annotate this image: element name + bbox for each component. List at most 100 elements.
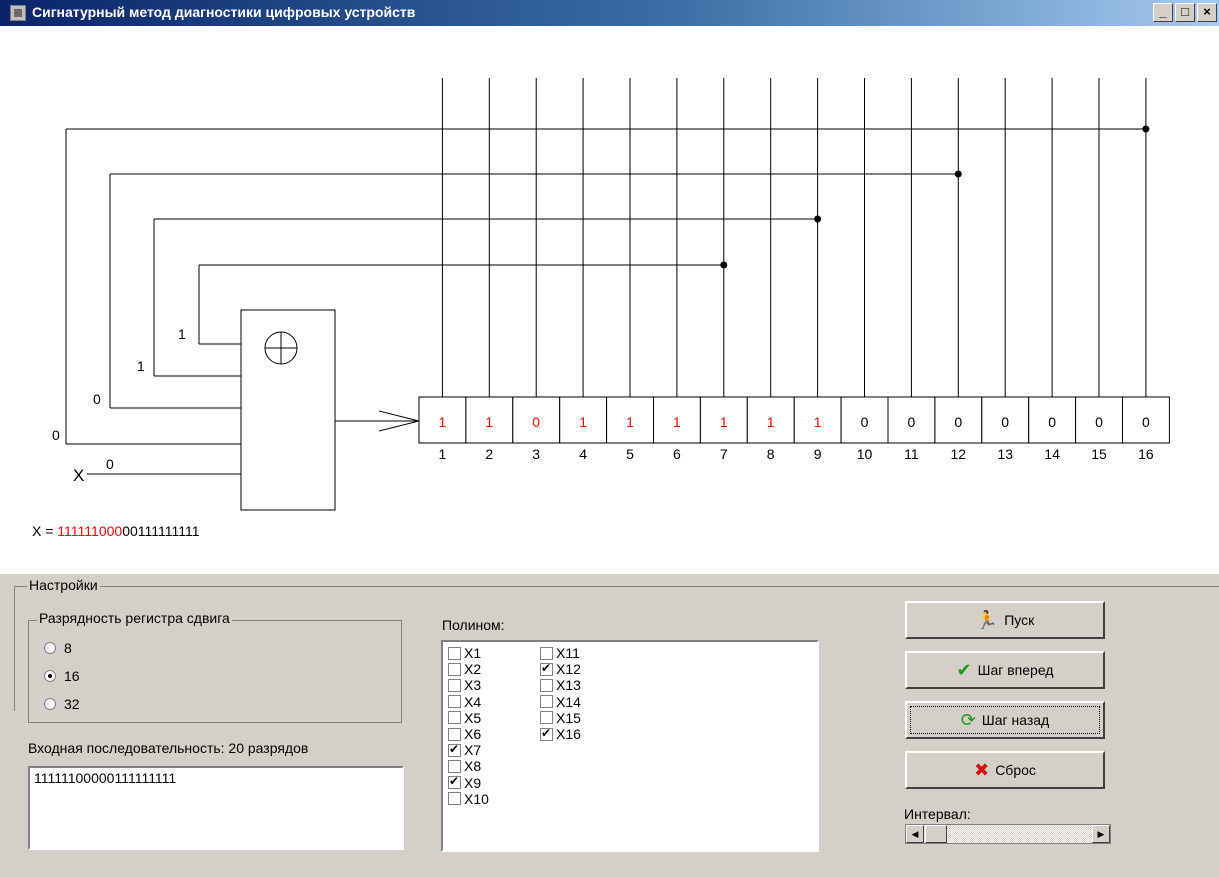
x-input-label: X [73,466,84,485]
checkbox-label: X13 [556,677,581,694]
sequence-prefix: X = [32,523,57,539]
checkbox[interactable] [448,695,461,709]
radio-16[interactable]: 16 [44,667,80,685]
polynom-item-x6[interactable]: X6 [448,726,481,742]
step-back-button[interactable]: ⟳ Шаг назад [905,701,1105,739]
tap-junction-dot [720,261,728,269]
checkbox[interactable] [540,695,553,709]
title-bar[interactable]: Сигнатурный метод диагностики цифровых у… [0,0,1219,26]
register-cell-index: 9 [814,446,822,462]
checkbox-label: X11 [556,645,580,661]
checkbox-label: X12 [556,661,581,678]
checkbox-label: X4 [464,693,482,710]
radio-8[interactable]: 8 [44,639,72,657]
close-button[interactable]: × [1197,3,1217,22]
checkbox-label: X2 [464,661,482,678]
polynom-checklist[interactable]: X1X2X3X4X5X6X7X8X9X10 X11X12X13X14X15X16 [441,640,819,852]
polynom-item-x12[interactable]: X12 [540,661,581,677]
register-cell-value: 0 [954,414,962,430]
polynom-item-x1[interactable]: X1 [448,645,481,661]
register-cell-value: 0 [861,414,869,430]
maximize-button[interactable]: □ [1175,3,1195,22]
register-cell-value: 0 [1048,414,1056,430]
step-forward-label: Шаг вперед [977,662,1054,678]
polynom-item-x10[interactable]: X10 [448,791,489,807]
polynom-item-x2[interactable]: X2 [448,661,481,677]
x-input-value: 0 [106,456,114,472]
polynom-item-x7[interactable]: X7 [448,742,481,758]
polynom-item-x4[interactable]: X4 [448,694,481,710]
checkbox[interactable] [448,742,461,757]
register-cell-value: 0 [1095,414,1103,430]
checkbox-label: X8 [464,758,482,775]
minimize-button[interactable]: _ [1153,3,1173,22]
checkbox[interactable] [540,726,553,741]
radio-label: 8 [64,640,72,656]
register-cell-index: 5 [626,446,634,462]
sequence-processed: 111111000 [57,523,122,539]
refresh-icon: ⟳ [960,709,976,730]
checkbox[interactable] [448,759,461,773]
polynom-item-x8[interactable]: X8 [448,758,481,774]
checkbox[interactable] [540,646,553,660]
checkbox[interactable] [448,792,461,806]
checkbox[interactable] [448,662,461,676]
radio-button[interactable] [44,670,56,682]
checkbox-label: X10 [464,790,489,807]
register-cell-value: 1 [767,414,775,430]
scroll-right-icon[interactable]: ▶ [1092,825,1110,843]
window-title: Сигнатурный метод диагностики цифровых у… [32,4,416,20]
shift-register-legend: Разрядность регистра сдвига [37,610,232,626]
shift-register-group [28,620,402,723]
checkbox[interactable] [448,711,461,725]
checkbox[interactable] [540,661,553,676]
polynom-item-x14[interactable]: X14 [540,694,581,710]
input-sequence-field[interactable] [28,766,404,850]
reset-label: Сброс [995,762,1036,778]
checkbox-label: X15 [556,709,581,726]
checkbox-label: X6 [464,726,482,742]
feedback-value: 0 [52,427,60,443]
register-cell-value: 0 [908,414,916,430]
register-cell-value: 0 [1001,414,1009,430]
register-cell-value: 0 [1142,414,1150,430]
tap-junction-dot [1142,125,1150,133]
register-cell-value: 1 [579,414,587,430]
polynom-item-x15[interactable]: X15 [540,710,581,726]
checkbox[interactable] [448,646,461,660]
checkbox[interactable] [540,678,553,692]
checkbox[interactable] [448,678,461,692]
diagram-canvas: 1 1 1 2 0 3 1 4 1 5 1 6 1 7 1 8 1 9 0 10 0 11 0 12 0 13 0 14 0 15 0 16 0… [0,26,1219,574]
polynom-label: Полином: [442,617,505,633]
radio-32[interactable]: 32 [44,695,80,713]
checkbox[interactable] [448,774,461,790]
register-cell-index: 13 [997,446,1013,462]
sequence-display: X = 11111100000111111111 [32,523,200,539]
polynom-item-x16[interactable]: X16 [540,726,581,742]
radio-button[interactable] [44,698,56,710]
scroll-thumb[interactable] [925,825,947,843]
register-cell-value: 0 [532,414,540,430]
lfsr-diagram: 1112031415161718190100110120130140150160… [32,78,1170,539]
register-cell-index: 16 [1138,446,1154,462]
scroll-left-icon[interactable]: ◀ [906,825,924,843]
polynom-item-x13[interactable]: X13 [540,677,581,693]
feedback-value: 1 [178,326,186,342]
checkbox[interactable] [540,711,553,725]
checkbox[interactable] [448,727,461,741]
interval-scrollbar[interactable]: ◀ ▶ [905,824,1111,844]
checkbox-label: X3 [464,677,482,694]
register-cell-index: 11 [904,446,919,462]
step-forward-button[interactable]: ✔ Шаг вперед [905,651,1105,689]
reset-button[interactable]: ✖ Сброс [905,751,1105,789]
polynom-item-x5[interactable]: X5 [448,710,481,726]
polynom-item-x9[interactable]: X9 [448,774,481,791]
checkbox-label: X16 [556,726,581,742]
settings-legend: Настройки [27,577,100,593]
register-cell-index: 2 [485,446,493,462]
polynom-item-x11[interactable]: X11 [540,645,580,661]
register-cell-value: 1 [485,414,493,430]
polynom-item-x3[interactable]: X3 [448,677,481,693]
start-button[interactable]: 🏃 Пуск [905,601,1105,639]
radio-button[interactable] [44,642,56,654]
